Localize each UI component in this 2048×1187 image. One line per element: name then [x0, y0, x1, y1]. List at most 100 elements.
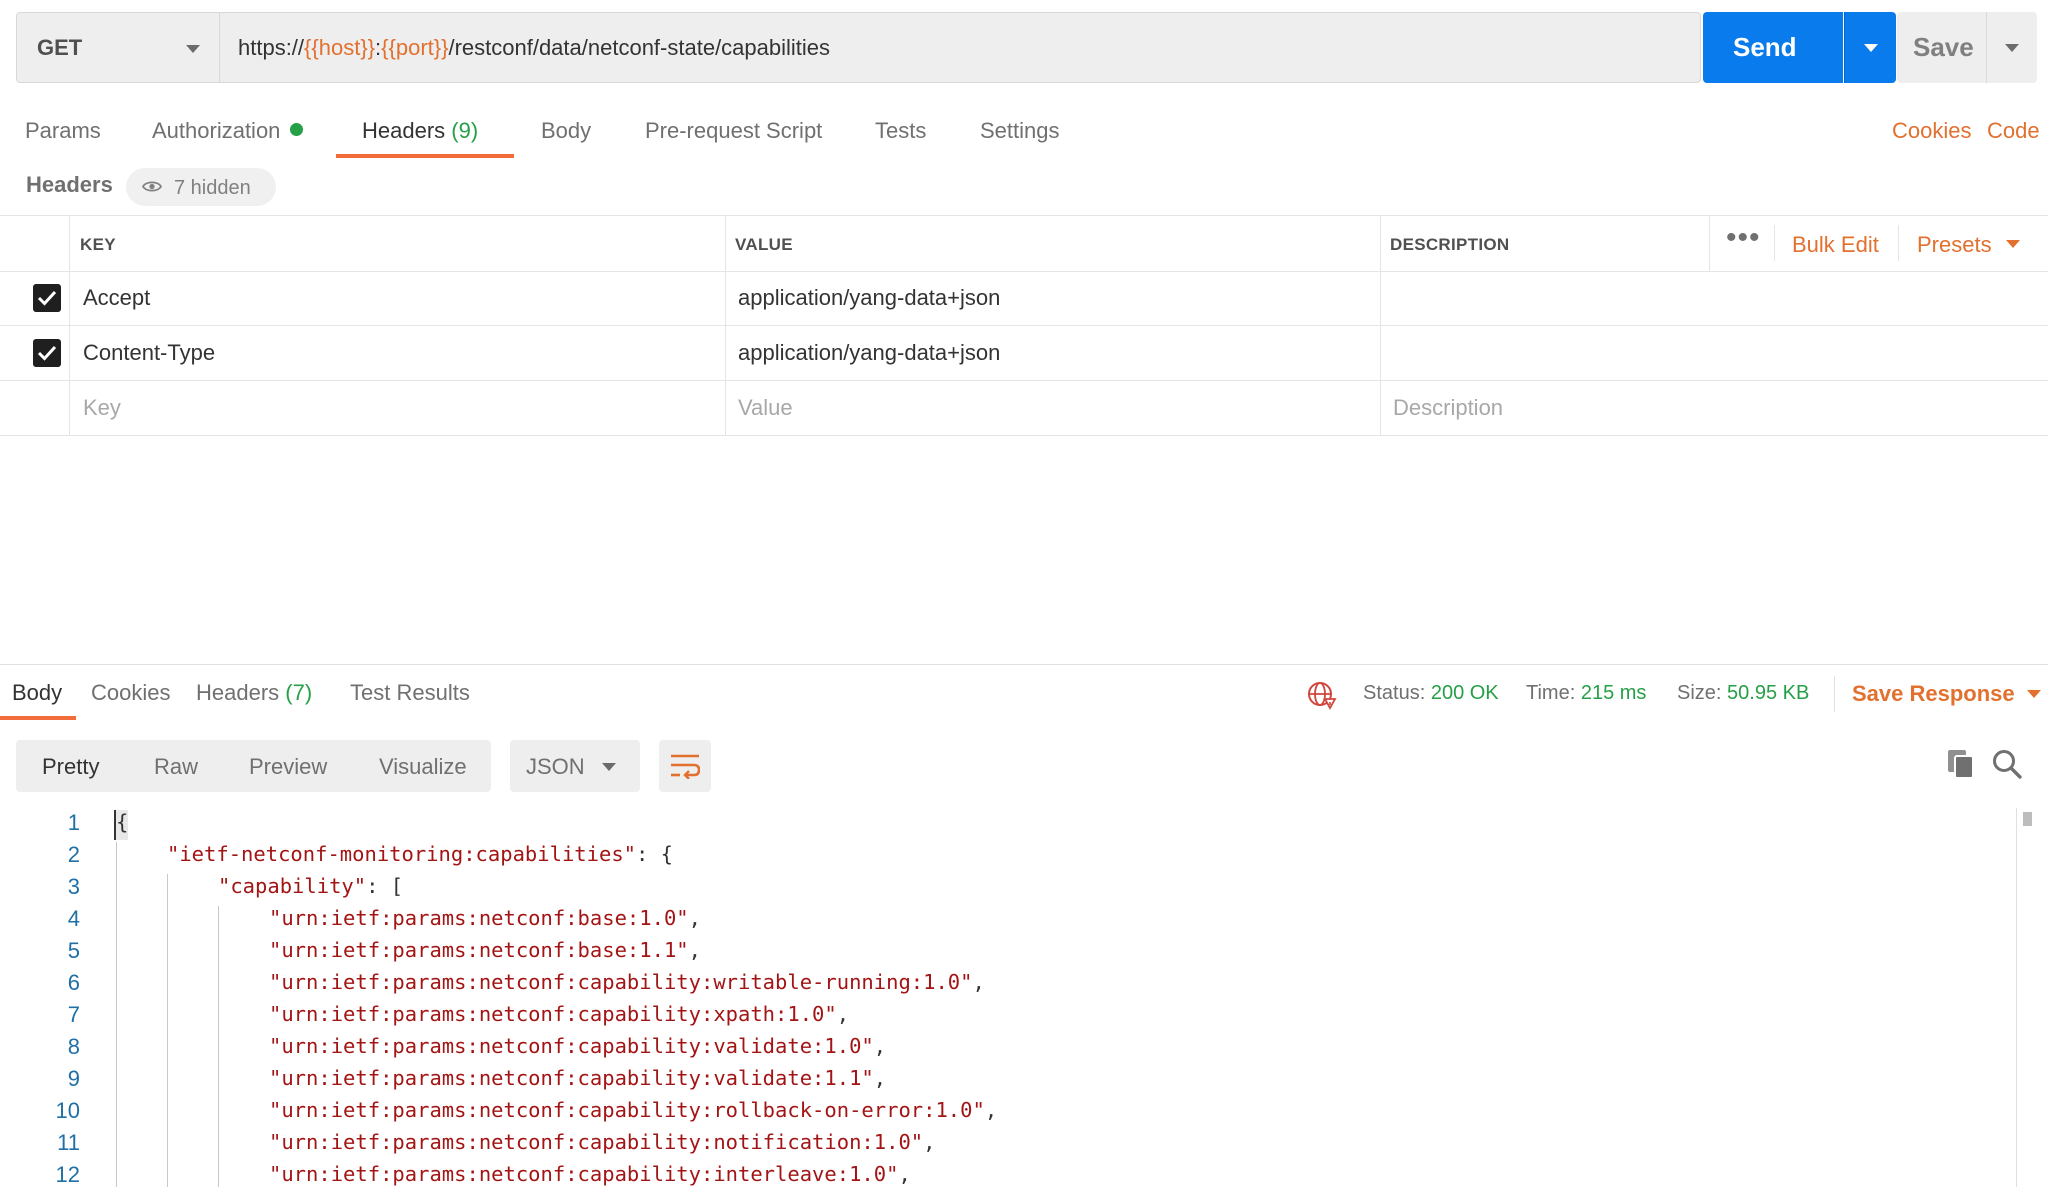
save-options-button[interactable] — [1986, 12, 2037, 83]
header-key-cell[interactable]: Accept — [83, 285, 150, 311]
eye-icon — [142, 181, 162, 192]
wrap-lines-button[interactable] — [659, 740, 711, 792]
response-tab-cookies[interactable]: Cookies — [91, 680, 170, 706]
tab-headers[interactable]: Headers (9) — [362, 118, 478, 144]
url-segment: /restconf/data/netconf-state/capabilitie… — [448, 35, 831, 60]
json-punctuation: , — [688, 938, 701, 962]
response-tab-body[interactable]: Body — [12, 680, 62, 706]
tab-tests[interactable]: Tests — [875, 118, 926, 144]
search-icon[interactable] — [1991, 748, 2023, 780]
chevron-down-icon — [186, 45, 200, 53]
send-button[interactable]: Send — [1703, 12, 1843, 83]
tab-pre-request-script[interactable]: Pre-request Script — [645, 118, 822, 144]
new-value-input[interactable]: Value — [738, 395, 793, 421]
json-string: "urn:ietf:params:netconf:capability:vali… — [269, 1066, 874, 1090]
view-preview-button[interactable]: Preview — [249, 754, 327, 780]
line-number: 5 — [67, 938, 80, 963]
size-value: 50.95 KB — [1727, 682, 1810, 704]
cookies-link[interactable]: Cookies — [1892, 118, 1971, 144]
response-tab-headers-count: (7) — [285, 680, 313, 705]
response-divider[interactable] — [0, 664, 2048, 665]
line-number: 3 — [67, 874, 80, 899]
url-variable: {{host}} — [304, 35, 376, 60]
json-punctuation: , — [873, 1066, 887, 1090]
tab-authorization-label: Authorization — [152, 118, 281, 143]
presets-dropdown[interactable]: Presets — [1917, 232, 2020, 258]
checkbox-icon — [37, 345, 57, 361]
header-row-checkbox[interactable] — [33, 284, 61, 312]
json-string: "urn:ietf:params:netconf:capability:xpat… — [269, 1002, 837, 1026]
line-number: 10 — [55, 1098, 80, 1123]
chevron-down-icon — [602, 763, 616, 771]
response-tab-headers[interactable]: Headers (7) — [196, 680, 312, 706]
green-dot-icon — [290, 123, 304, 136]
tab-authorization[interactable]: Authorization — [152, 118, 304, 144]
header-key-cell[interactable]: Content-Type — [83, 340, 215, 366]
code-line: "ietf-netconf-monitoring:capabilities": … — [167, 842, 673, 866]
more-dots-icon[interactable]: ••• — [1726, 221, 1761, 255]
view-mode-group: Pretty Raw Preview Visualize — [16, 740, 491, 792]
code-link[interactable]: Code — [1987, 118, 2040, 144]
line-number: 8 — [67, 1034, 80, 1059]
bulk-edit-link[interactable]: Bulk Edit — [1792, 232, 1879, 258]
tab-settings[interactable]: Settings — [980, 118, 1060, 144]
tab-body[interactable]: Body — [541, 118, 591, 144]
chevron-down-icon — [2026, 690, 2041, 698]
view-pretty-button[interactable]: Pretty — [42, 754, 99, 780]
save-response-button[interactable]: Save Response — [1852, 681, 2041, 707]
line-number: 1 — [67, 810, 80, 835]
request-bar: GET https://{{host}}:{{port}}/restconf/d… — [16, 12, 2037, 83]
json-string: "capability" — [218, 874, 367, 898]
view-visualize-button[interactable]: Visualize — [379, 754, 467, 780]
code-line: "urn:ietf:params:netconf:capability:roll… — [269, 1098, 997, 1122]
tab-params[interactable]: Params — [25, 118, 101, 144]
header-value-cell[interactable]: application/yang-data+json — [738, 340, 1000, 366]
header-value-cell[interactable]: application/yang-data+json — [738, 285, 1000, 311]
column-header-key: KEY — [80, 235, 116, 254]
tab-headers-count: (9) — [451, 118, 479, 143]
status-value: 200 OK — [1430, 682, 1499, 704]
time-readout: Time: 215 ms — [1526, 682, 1646, 705]
save-button[interactable]: Save — [1897, 12, 1986, 83]
new-description-input[interactable]: Description — [1393, 395, 1503, 421]
response-body-editor[interactable]: 1 {2 "ietf-netconf-monitoring:capabilities… — [0, 808, 2048, 1187]
response-tab-test-results[interactable]: Test Results — [350, 680, 470, 706]
time-value: 215 ms — [1580, 682, 1647, 704]
json-punctuation: , — [873, 1034, 887, 1058]
code-line: "urn:ietf:params:netconf:base:1.0", — [269, 906, 701, 930]
line-number: 11 — [57, 1130, 80, 1155]
copy-icon[interactable] — [1946, 748, 1976, 780]
json-punctuation: , — [898, 1162, 911, 1186]
save-response-label: Save Response — [1852, 681, 2015, 706]
hidden-headers-toggle[interactable]: 7 hidden — [126, 168, 276, 206]
chevron-down-icon — [2005, 44, 2019, 52]
json-string: "urn:ietf:params:netconf:capability:noti… — [269, 1130, 924, 1154]
format-value: JSON — [526, 754, 585, 779]
code-line: "urn:ietf:params:netconf:capability:vali… — [269, 1034, 886, 1058]
checkbox-icon — [37, 290, 57, 306]
header-row-checkbox[interactable] — [33, 339, 61, 367]
url-variable: {{port}} — [381, 35, 449, 60]
method-select[interactable]: GET — [16, 12, 220, 83]
new-key-input[interactable]: Key — [83, 395, 121, 421]
response-tab-headers-label: Headers — [196, 680, 280, 705]
format-select[interactable]: JSON — [510, 740, 640, 792]
globe-icon[interactable] — [1307, 680, 1337, 710]
url-segment: https:// — [238, 35, 305, 60]
url-text: https://{{host}}:{{port}}/restconf/data/… — [238, 35, 830, 61]
indent-guide — [218, 906, 219, 1187]
editor-scrollbar[interactable] — [2016, 808, 2048, 1187]
json-string: "urn:ietf:params:netconf:capability:inte… — [269, 1162, 899, 1186]
send-options-button[interactable] — [1844, 12, 1896, 83]
code-line: "urn:ietf:params:netconf:capability:inte… — [269, 1162, 911, 1186]
line-number: 7 — [67, 1002, 80, 1027]
code-line: "urn:ietf:params:netconf:capability:xpat… — [269, 1002, 849, 1026]
code-line: { — [116, 810, 128, 834]
scrollbar-thumb[interactable] — [2023, 812, 2032, 826]
line-number: 6 — [67, 970, 80, 995]
presets-label: Presets — [1917, 232, 1992, 257]
url-input[interactable]: https://{{host}}:{{port}}/restconf/data/… — [220, 12, 1701, 83]
view-raw-button[interactable]: Raw — [154, 754, 198, 780]
json-punctuation: , — [984, 1098, 998, 1122]
code-line: "urn:ietf:params:netconf:capability:writ… — [269, 970, 985, 994]
